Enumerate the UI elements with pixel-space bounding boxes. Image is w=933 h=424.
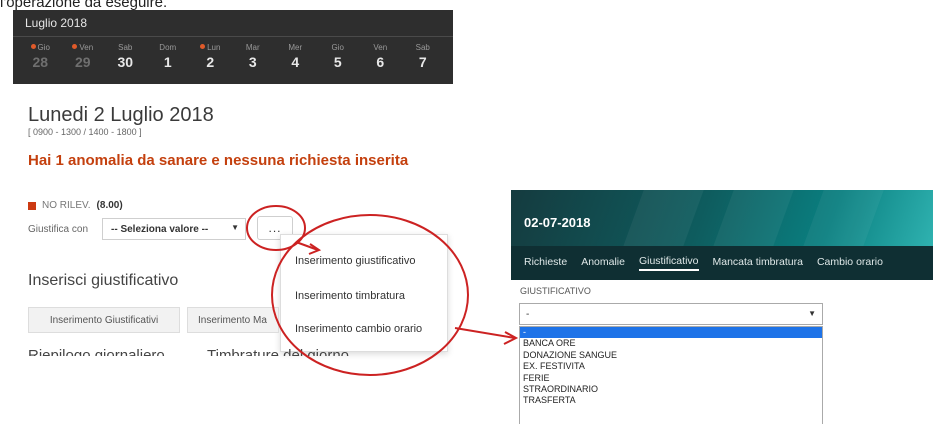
giustificativo-option[interactable]: BANCA ORE: [520, 338, 822, 349]
calendar-month: Luglio 2018: [25, 16, 88, 30]
inserimento-mancata-button[interactable]: Inserimento Ma: [187, 307, 279, 333]
anomaly-dot-icon: [72, 44, 78, 49]
tab-giustificativo[interactable]: Giustificativo: [638, 255, 699, 271]
menu-item-inserimento-timbratura[interactable]: Inserimento timbratura: [295, 290, 405, 302]
anomaly-message: Hai 1 anomalia da sanare e nessuna richi…: [28, 152, 409, 169]
calendar-day[interactable]: Gio 28: [19, 42, 62, 78]
calendar-day[interactable]: Sab 7: [402, 42, 445, 78]
giustificativo-option[interactable]: STRAORDINARIO: [520, 384, 822, 395]
calendar-day-weekday: Sab: [118, 43, 133, 52]
giustificativo-select-value: -: [526, 308, 530, 320]
riepilogo-heading: Riepilogo giornaliero: [28, 347, 165, 356]
section-title: Inserisci giustificativo: [28, 272, 179, 289]
calendar-day-weekday: Sab: [415, 43, 430, 52]
tab-richieste[interactable]: Richieste: [524, 256, 567, 270]
calendar-day-number: 5: [333, 54, 342, 70]
giustifica-select[interactable]: -- Seleziona valore -- ▼: [102, 218, 246, 240]
options-menu: Inserimento giustificativo Inserimento t…: [280, 234, 448, 352]
right-header: 02-07-2018: [511, 190, 933, 246]
menu-item-inserimento-cambio-orario[interactable]: Inserimento cambio orario: [295, 323, 422, 335]
calendar-day-number: 3: [248, 54, 257, 70]
annotation-arrow-2: [454, 327, 516, 339]
calendar-day-weekday: Lun: [189, 42, 232, 54]
giustificativo-option[interactable]: FERIE: [520, 373, 822, 384]
giustificativo-option[interactable]: -: [520, 327, 822, 339]
calendar-days: Gio 28 Ven 29 Sab 30 Dom 1 Lun 2 Mar 3 Mer 4 Gio 5 Ven 6 S…: [19, 42, 453, 78]
anomaly-row: NO RILEV. (8.00): [28, 200, 123, 211]
tab-cambio-orario[interactable]: Cambio orario: [817, 256, 883, 270]
calendar-day-number: 7: [418, 54, 427, 70]
calendar-day-number: 4: [291, 54, 300, 70]
calendar-day-number: 29: [74, 54, 91, 70]
calendar-day[interactable]: Ven 6: [359, 42, 402, 78]
calendar-day-weekday: Dom: [159, 43, 177, 52]
calendar-day-weekday: Mer: [288, 43, 303, 52]
day-hours: [ 0900 - 1300 / 1400 - 1800 ]: [28, 127, 142, 137]
inserimento-giustificativi-button[interactable]: Inserimento Giustificativi: [28, 307, 180, 333]
calendar-day-weekday: Gio: [19, 42, 62, 54]
anomaly-label: NO RILEV.: [42, 200, 91, 211]
chevron-down-icon: ▼: [231, 223, 239, 232]
calendar-day-number: 6: [376, 54, 385, 70]
giustifica-select-value: -- Seleziona valore --: [111, 223, 209, 235]
calendar-day[interactable]: Gio 5: [317, 42, 360, 78]
giustificativo-option[interactable]: EX. FESTIVITA: [520, 361, 822, 372]
giustifica-label: Giustifica con: [28, 224, 89, 235]
giustificativo-select[interactable]: - ▼: [519, 303, 823, 325]
giustificativo-option[interactable]: DONAZIONE SANGUE: [520, 350, 822, 361]
anomaly-dot-icon: [30, 44, 36, 49]
giustificativo-option[interactable]: TRASFERTA: [520, 395, 822, 406]
calendar-day-weekday: Ven: [373, 43, 388, 52]
annotation-arrowhead-2: [503, 331, 519, 345]
calendar-divider: [13, 36, 453, 37]
calendar-day-number: 28: [32, 54, 49, 70]
calendar-day-number: 2: [206, 54, 215, 70]
anomaly-value: (8.00): [96, 200, 123, 211]
calendar-day-weekday: Gio: [331, 43, 344, 52]
tab-mancata-timbratura[interactable]: Mancata timbratura: [713, 256, 803, 270]
calendar-day-number: 30: [117, 54, 134, 70]
calendar-day[interactable]: Sab 30: [104, 42, 147, 78]
day-title: Lunedi 2 Luglio 2018: [28, 104, 214, 126]
tab-anomalie[interactable]: Anomalie: [581, 256, 625, 270]
calendar-day[interactable]: Mar 3: [232, 42, 275, 78]
chevron-down-icon: ▼: [808, 309, 816, 318]
right-tabs: Richieste Anomalie Giustificativo Mancat…: [511, 246, 933, 280]
right-date: 02-07-2018: [524, 215, 591, 230]
menu-item-inserimento-giustificativo[interactable]: Inserimento giustificativo: [295, 255, 415, 267]
calendar-day-number: 1: [163, 54, 172, 70]
calendar-day[interactable]: Dom 1: [147, 42, 190, 78]
calendar-day[interactable]: Lun 2: [189, 42, 232, 78]
giustificativo-options-list: - BANCA ORE DONAZIONE SANGUE EX. FESTIVITA F…: [519, 326, 823, 424]
calendar-day-weekday: Mar: [245, 43, 260, 52]
calendar-day[interactable]: Mer 4: [274, 42, 317, 78]
calendar-strip: Luglio 2018 Gio 28 Ven 29 Sab 30 Dom 1 Lun 2 Mar 3 M…: [13, 10, 453, 84]
timbrature-heading: Timbrature del giorno: [207, 347, 350, 356]
giustificativo-label: GIUSTIFICATIVO: [520, 286, 591, 296]
calendar-day-weekday: Ven: [62, 42, 105, 54]
calendar-day[interactable]: Ven 29: [62, 42, 105, 78]
anomaly-square-icon: [28, 201, 36, 210]
anomaly-dot-icon: [200, 44, 206, 49]
